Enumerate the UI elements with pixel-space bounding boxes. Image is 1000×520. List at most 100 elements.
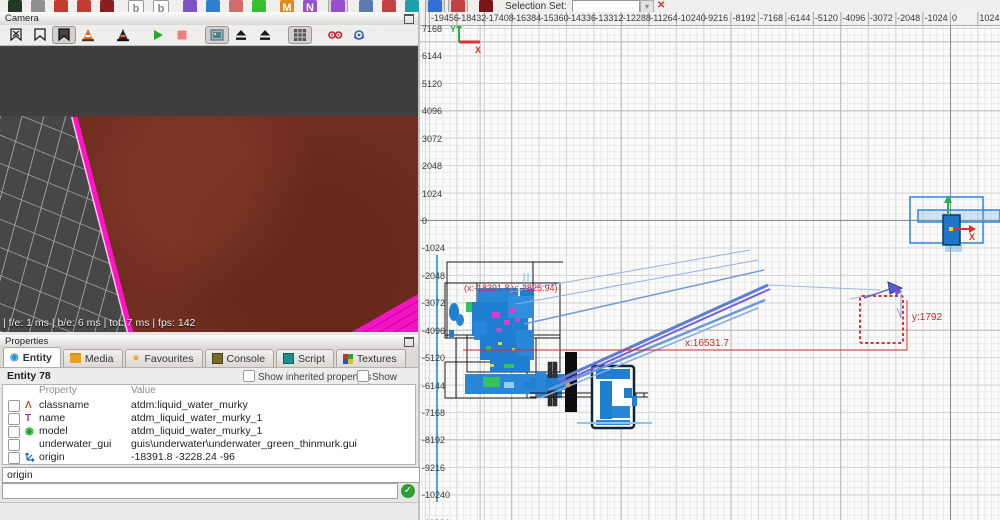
- properties-panel-titlebar: Properties: [0, 335, 418, 349]
- entity-header-row: Entity 78 Show inherited properties Show…: [0, 368, 418, 384]
- top-ruler-label: -9216: [705, 13, 728, 23]
- origin-icon: [25, 451, 36, 462]
- camera-3d-viewport[interactable]: | f/e: 1 ms | b/e: 6 ms | tot: 7 ms | fp…: [0, 46, 418, 332]
- property-value-input[interactable]: [2, 483, 398, 499]
- left-ruler-label: -7168: [422, 408, 445, 418]
- export-models-icon: [257, 27, 273, 43]
- top-ruler-label: 0: [952, 13, 957, 23]
- selection-set-clear-icon[interactable]: ✕: [657, 0, 665, 11]
- property-value: atdm:liquid_water_murky: [131, 399, 248, 411]
- left-ruler-label: 1024: [422, 189, 442, 199]
- ortho-2d-view[interactable]: Y X: [420, 12, 1000, 520]
- cone-end-button[interactable]: [111, 26, 135, 44]
- row-checkbox[interactable]: [8, 400, 20, 412]
- play-button[interactable]: [146, 26, 170, 44]
- camera-panel-title: Camera: [5, 13, 39, 24]
- console-icon: [212, 353, 223, 364]
- stereo-red-button[interactable]: [323, 26, 347, 44]
- property-value: atdm_liquid_water_murky_1: [131, 425, 262, 437]
- play-icon: [150, 27, 166, 43]
- tab-console[interactable]: Console: [205, 349, 275, 367]
- measure-x-label: x:16531.7: [685, 338, 729, 349]
- top-ruler: -19456-18432-17408-16384-15360-14336-133…: [420, 12, 1000, 26]
- top-ruler-label: -7168: [760, 13, 783, 23]
- properties-panel-title: Properties: [5, 336, 48, 347]
- row-checkbox[interactable]: [8, 426, 20, 438]
- add-viewpoint-icon: [8, 27, 24, 43]
- left-ruler-label: 7168: [422, 24, 442, 34]
- viewpoint-active-button[interactable]: [52, 26, 76, 44]
- top-ruler-label: -5120: [815, 13, 838, 23]
- confirm-value-button[interactable]: ✓: [401, 484, 415, 498]
- camera-dock-icon[interactable]: [404, 14, 414, 24]
- name-icon: T: [25, 413, 31, 424]
- stereo-blue-icon: [351, 27, 367, 43]
- tab-media[interactable]: Media: [63, 349, 123, 367]
- viewpoint-button[interactable]: [28, 26, 52, 44]
- row-checkbox[interactable]: [8, 452, 20, 464]
- top-ruler-label: -12288: [623, 13, 651, 23]
- property-row-model[interactable]: ◉modelatdm_liquid_water_murky_1: [3, 425, 415, 438]
- add-viewpoint-button[interactable]: [4, 26, 28, 44]
- selected-entity-gizmo[interactable]: X: [910, 195, 1000, 252]
- top-ruler-label: 1024: [979, 13, 999, 23]
- show-inherited-checkbox[interactable]: Show inherited properties: [243, 370, 371, 383]
- pointfile-lines: [510, 250, 880, 398]
- export-lights-icon: [233, 27, 249, 43]
- cone-start-icon: [80, 27, 96, 43]
- row-checkbox[interactable]: [8, 413, 20, 425]
- grid-toggle-button[interactable]: [288, 26, 312, 44]
- property-row-origin[interactable]: origin-18391.8 -3228.24 -96: [3, 451, 415, 464]
- property-row-name[interactable]: Tnameatdm_liquid_water_murky_1: [3, 412, 415, 425]
- property-name: classname: [39, 399, 89, 411]
- left-ruler-label: 5120: [422, 79, 442, 89]
- export-models-button[interactable]: [253, 26, 277, 44]
- tab-favourites[interactable]: ★Favourites: [125, 349, 203, 367]
- show-help-checkbox-box[interactable]: [357, 370, 369, 382]
- top-ruler-label: -14336: [568, 13, 596, 23]
- left-panel-column: Camera | f/e: 1 ms | b/e: 6 ms | tot: 7 …: [0, 12, 420, 520]
- viewpoint-active-icon: [56, 27, 72, 43]
- machinery-cluster: [524, 352, 652, 428]
- show-inherited-checkbox-box[interactable]: [243, 370, 255, 382]
- render-preview-button[interactable]: [205, 26, 229, 44]
- tab-script[interactable]: Script: [276, 349, 334, 367]
- property-row-classname[interactable]: Λclassnameatdm:liquid_water_murky: [3, 399, 415, 412]
- top-ruler-label: -18432: [458, 13, 486, 23]
- panel-bottom-strip: [0, 502, 418, 520]
- export-lights-button[interactable]: [229, 26, 253, 44]
- svg-text:X: X: [969, 232, 975, 242]
- textures-icon: [343, 354, 353, 364]
- column-header-value: Value: [131, 385, 156, 396]
- top-ruler-label: -17408: [486, 13, 514, 23]
- property-value: -18391.8 -3228.24 -96: [131, 451, 235, 463]
- tab-textures[interactable]: Textures: [336, 349, 406, 367]
- top-ruler-label: -4096: [842, 13, 865, 23]
- property-key-field[interactable]: origin: [2, 467, 420, 483]
- favourites-icon: ★: [132, 353, 141, 364]
- row-checkbox[interactable]: [8, 439, 20, 451]
- property-name: name: [39, 412, 65, 424]
- stop-button[interactable]: [170, 26, 194, 44]
- stereo-blue-button[interactable]: [347, 26, 371, 44]
- tab-entity[interactable]: ◉Entity: [3, 347, 61, 367]
- top-ruler-label: -1024: [925, 13, 948, 23]
- top-ruler-label: -2048: [897, 13, 920, 23]
- top-ruler-label: -13312: [595, 13, 623, 23]
- cone-start-button[interactable]: [76, 26, 100, 44]
- entity-property-table: PropertyValueΛclassnameatdm:liquid_water…: [2, 384, 416, 465]
- left-ruler-label: -8192: [422, 435, 445, 445]
- top-ruler-label: -8192: [733, 13, 756, 23]
- top-ruler-label: -11264: [650, 13, 677, 23]
- properties-dock-icon[interactable]: [404, 337, 414, 347]
- render-stats-text: | f/e: 1 ms | b/e: 6 ms | tot: 7 ms | fp…: [3, 317, 195, 329]
- property-name: model: [39, 425, 68, 437]
- view-origin-gizmo: Y X: [450, 22, 481, 55]
- selected-brush-outline[interactable]: [860, 296, 903, 343]
- selection-set-label: Selection Set:: [505, 1, 567, 12]
- top-ruler-label: -6144: [787, 13, 810, 23]
- property-row-underwater_gui[interactable]: underwater_guiguis\underwater\underwater…: [3, 438, 415, 451]
- left-ruler-label: 6144: [422, 51, 442, 61]
- property-name: underwater_gui: [39, 438, 111, 450]
- left-ruler-label: -1024: [422, 243, 445, 253]
